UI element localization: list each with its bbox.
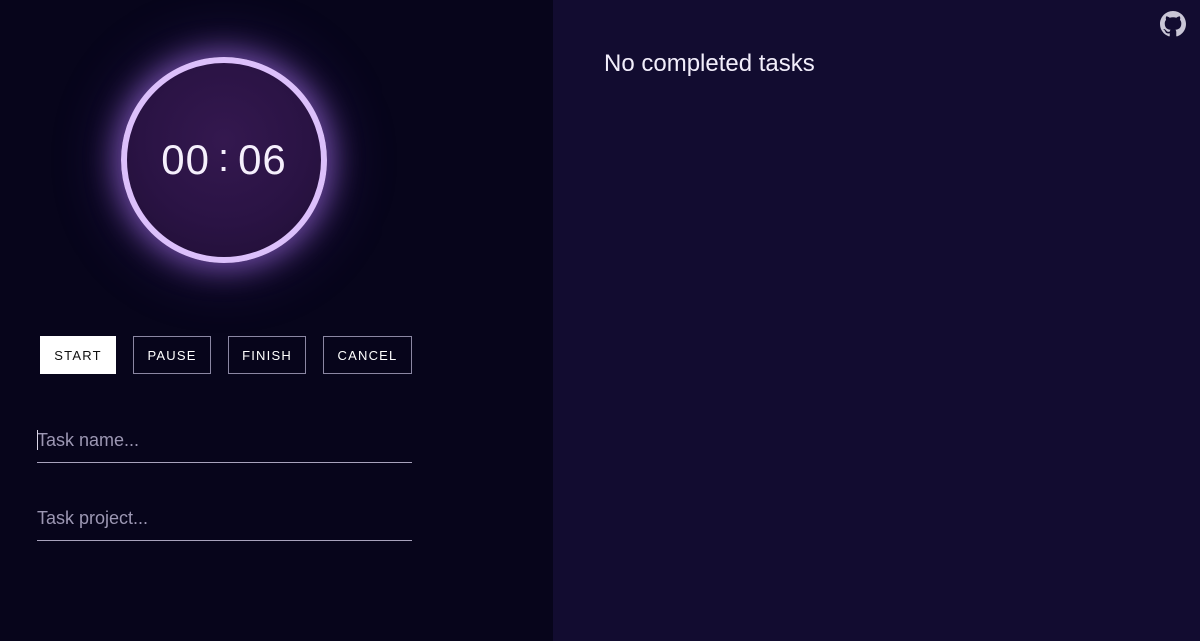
timer-minutes: 00 — [161, 136, 210, 183]
pause-button[interactable]: PAUSE — [133, 336, 211, 374]
task-project-field — [37, 496, 412, 541]
cancel-button[interactable]: CANCEL — [323, 336, 412, 374]
app-root: 00 : 06 START PAUSE FINISH CANCEL No com… — [0, 0, 1200, 641]
no-completed-tasks-message: No completed tasks — [604, 50, 815, 77]
completed-tasks-panel: No completed tasks — [553, 0, 1200, 641]
start-button[interactable]: START — [40, 336, 116, 374]
task-project-input[interactable] — [37, 496, 412, 540]
finish-button[interactable]: FINISH — [228, 336, 306, 374]
timer-ring: 00 : 06 — [121, 57, 327, 263]
github-icon — [1160, 11, 1186, 37]
task-name-field — [37, 418, 412, 463]
timer-seconds: 06 — [238, 136, 287, 183]
timer-controls: START PAUSE FINISH CANCEL — [40, 336, 412, 374]
github-link[interactable] — [1160, 11, 1186, 37]
timer-panel: 00 : 06 START PAUSE FINISH CANCEL — [0, 0, 553, 641]
task-name-input[interactable] — [37, 418, 412, 462]
timer-separator: : — [217, 135, 231, 180]
text-caret — [37, 430, 38, 450]
timer-display: 00 : 06 — [161, 136, 287, 184]
